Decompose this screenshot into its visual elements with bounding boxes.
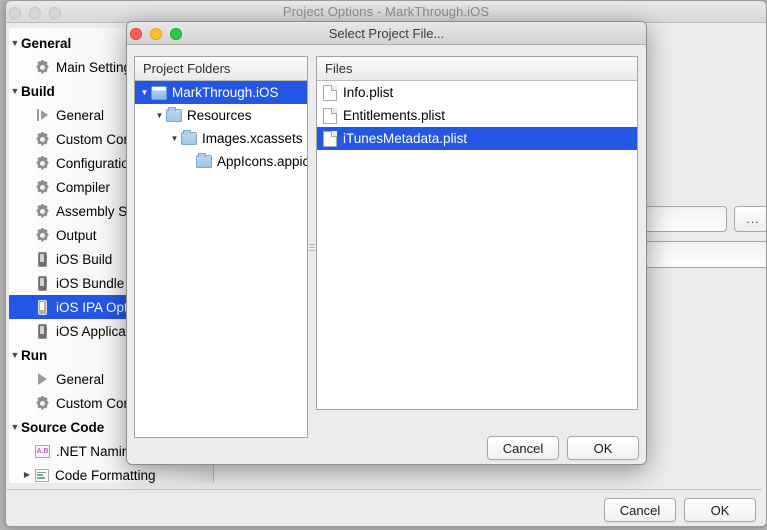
cancel-button[interactable]: Cancel <box>604 498 676 522</box>
gear-icon <box>34 179 51 196</box>
tree-item-markthrough-ios[interactable]: ▼ MarkThrough.iOS <box>135 81 307 104</box>
device-icon <box>34 299 51 316</box>
chevron-down-icon[interactable]: ▼ <box>9 31 21 55</box>
file-item-label: Entitlements.plist <box>343 108 446 123</box>
file-list-item-itunesmetadata-plist[interactable]: iTunesMetadata.plist <box>317 127 637 150</box>
folder-icon <box>181 130 197 145</box>
sidebar-item-label: General <box>56 371 105 387</box>
tree-item-label: Images.xcassets <box>202 131 303 146</box>
ab-icon: A.B <box>34 443 51 460</box>
device-icon <box>34 275 51 292</box>
project-icon <box>151 85 167 100</box>
folder-icon <box>166 107 182 122</box>
chevron-right-icon[interactable]: ▶ <box>21 463 33 483</box>
dialog-title: Select Project File... <box>328 25 445 41</box>
gear-icon <box>34 59 51 76</box>
chevron-down-icon[interactable]: ▼ <box>9 343 21 367</box>
sidebar-item-label: General <box>56 107 105 123</box>
background-window-footer: Cancel OK <box>6 489 762 526</box>
files-panel: Files Info.plist Entitlements.plist iTun… <box>316 56 638 410</box>
background-traffic-lights <box>9 7 61 19</box>
chevron-down-icon[interactable]: ▼ <box>9 415 21 439</box>
file-list-item-entitlements-plist[interactable]: Entitlements.plist <box>317 104 637 127</box>
gear-icon <box>34 227 51 244</box>
code-format-icon <box>33 467 50 484</box>
sidebar-item-label: Source Code <box>21 419 105 435</box>
project-folders-panel: Project Folders ▼ MarkThrough.iOS ▼ Reso… <box>134 56 308 438</box>
file-icon <box>323 107 337 124</box>
panel-splitter[interactable] <box>308 56 316 438</box>
file-icon <box>323 84 337 101</box>
chevron-down-icon[interactable]: ▼ <box>138 88 151 97</box>
sidebar-item-code-formatting[interactable]: ▶ Code Formatting <box>9 463 213 483</box>
chevron-down-icon[interactable]: ▼ <box>9 79 21 103</box>
file-item-label: iTunesMetadata.plist <box>343 131 468 146</box>
zoom-icon[interactable] <box>49 7 61 19</box>
close-icon[interactable] <box>9 7 21 19</box>
sidebar-item-label: Compiler <box>56 179 111 195</box>
sidebar-item-label: Run <box>21 347 48 363</box>
dialog-traffic-lights <box>130 28 182 40</box>
file-item-label: Info.plist <box>343 85 394 100</box>
minimize-icon[interactable] <box>150 28 162 40</box>
device-icon <box>34 251 51 268</box>
dialog-ok-button[interactable]: OK <box>567 436 639 460</box>
file-icon <box>323 130 337 147</box>
tree-item-images-xcassets[interactable]: ▼ Images.xcassets <box>135 127 307 150</box>
file-list-item-info-plist[interactable]: Info.plist <box>317 81 637 104</box>
tree-item-appicons-appiconset[interactable]: AppIcons.appiconset <box>135 150 307 173</box>
tree-item-label: Resources <box>187 108 252 123</box>
sidebar-item-label: iOS Build <box>56 251 113 267</box>
browse-button[interactable]: ... <box>734 206 766 232</box>
sidebar-item-label: General <box>21 35 72 51</box>
dialog-cancel-button[interactable]: Cancel <box>487 436 559 460</box>
play-icon <box>34 371 51 388</box>
gear-icon <box>34 131 51 148</box>
gear-icon <box>34 395 51 412</box>
project-folders-header: Project Folders <box>135 57 307 81</box>
bar-play-icon <box>34 107 51 124</box>
dialog-titlebar: Select Project File... <box>127 22 646 45</box>
splitter-grip-icon <box>309 242 315 253</box>
device-icon <box>34 323 51 340</box>
dialog-footer: Cancel OK <box>127 436 646 464</box>
zoom-icon[interactable] <box>170 28 182 40</box>
chevron-down-icon[interactable]: ▼ <box>168 134 181 143</box>
minimize-icon[interactable] <box>29 7 41 19</box>
background-window-titlebar: Project Options - MarkThrough.iOS <box>6 1 766 23</box>
sidebar-item-label: Code Formatting <box>55 467 156 483</box>
tree-item-label: AppIcons.appiconset <box>217 154 308 169</box>
files-header: Files <box>317 57 637 81</box>
close-icon[interactable] <box>130 28 142 40</box>
tree-item-resources[interactable]: ▼ Resources <box>135 104 307 127</box>
sidebar-item-label: Build <box>21 83 55 99</box>
sidebar-item-label: Output <box>56 227 97 243</box>
tree-item-label: MarkThrough.iOS <box>172 85 279 100</box>
gear-icon <box>34 203 51 220</box>
gear-icon <box>34 155 51 172</box>
folder-icon <box>196 153 212 168</box>
select-project-file-dialog: Select Project File... Project Folders ▼… <box>126 21 647 465</box>
ok-button[interactable]: OK <box>684 498 756 522</box>
chevron-down-icon[interactable]: ▼ <box>153 111 166 120</box>
background-window-title: Project Options - MarkThrough.iOS <box>282 4 490 19</box>
